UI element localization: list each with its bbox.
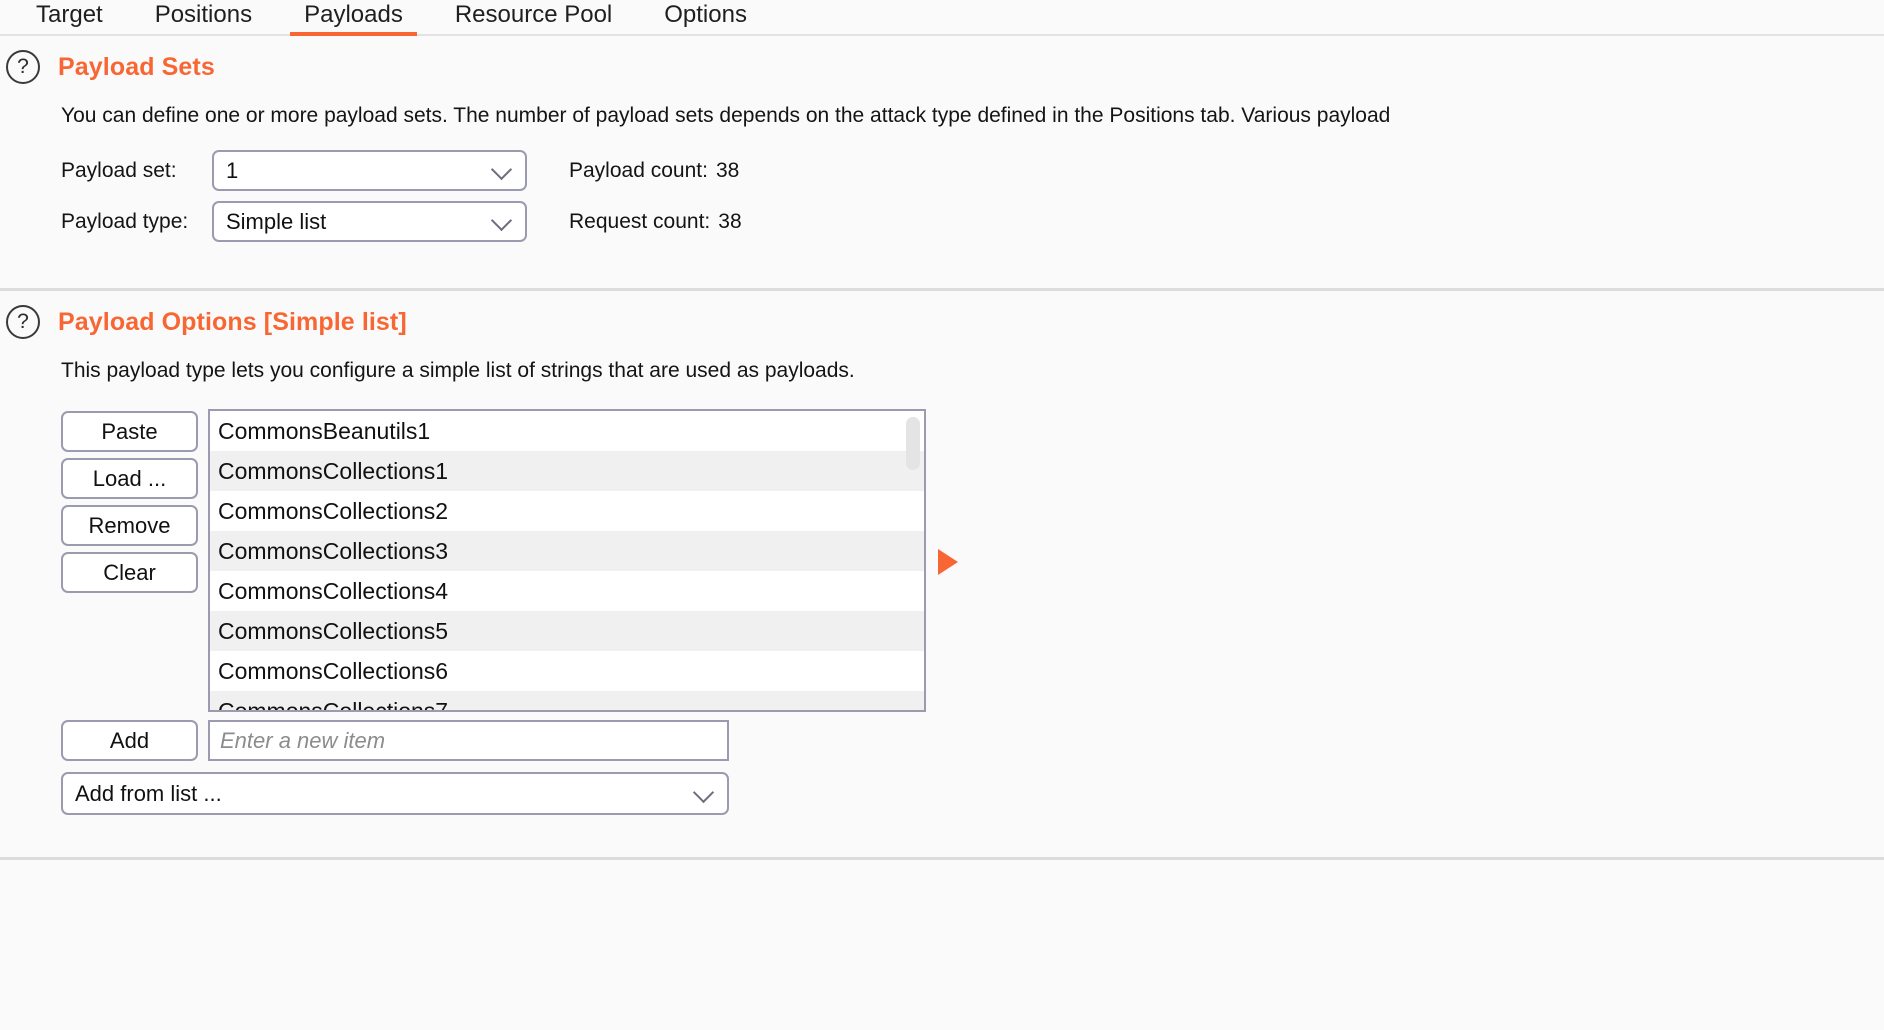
list-item[interactable]: CommonsCollections3 xyxy=(210,531,924,571)
add-from-list-select[interactable]: Add from list ... xyxy=(61,772,729,815)
payload-set-label: Payload set: xyxy=(61,158,177,182)
list-item[interactable]: CommonsCollections6 xyxy=(210,651,924,691)
payload-list-items: CommonsBeanutils1 CommonsCollections1 Co… xyxy=(210,411,924,710)
payload-options-section: ? Payload Options [Simple list] This pay… xyxy=(0,291,1884,857)
list-item[interactable]: CommonsCollections1 xyxy=(210,451,924,491)
payload-count: Payload count: 38 xyxy=(569,159,739,183)
list-item[interactable]: CommonsCollections4 xyxy=(210,571,924,611)
add-from-list-label: Add from list ... xyxy=(75,780,222,806)
list-item[interactable]: CommonsCollections7 xyxy=(210,691,924,710)
payload-count-value: 38 xyxy=(715,158,740,182)
tab-target[interactable]: Target xyxy=(10,0,129,36)
payload-options-description: This payload type lets you configure a s… xyxy=(61,359,855,382)
help-icon[interactable]: ? xyxy=(6,50,40,84)
add-item-input[interactable] xyxy=(208,720,729,761)
chevron-down-icon xyxy=(692,781,715,803)
payload-set-row: Payload set: 1 Payload count: 38 xyxy=(61,150,1884,191)
tab-resource-pool[interactable]: Resource Pool xyxy=(429,0,638,36)
add-item-row: Add xyxy=(0,720,1884,761)
tab-positions[interactable]: Positions xyxy=(129,0,278,36)
payload-sets-section: ? Payload Sets You can define one or mor… xyxy=(0,36,1884,288)
list-item[interactable]: CommonsCollections5 xyxy=(210,611,924,651)
payload-sets-title: Payload Sets xyxy=(58,52,215,81)
clear-button[interactable]: Clear xyxy=(61,552,198,593)
payload-set-value: 1 xyxy=(226,157,239,183)
tab-bar: Target Positions Payloads Resource Pool … xyxy=(0,0,1884,36)
payload-list[interactable]: CommonsBeanutils1 CommonsCollections1 Co… xyxy=(208,409,926,712)
payload-type-row: Payload type: Simple list Request count:… xyxy=(61,201,1884,242)
payload-options-title: Payload Options [Simple list] xyxy=(58,307,407,336)
add-from-list-row: Add from list ... xyxy=(0,772,1884,857)
expand-arrow-icon[interactable] xyxy=(938,549,958,575)
list-item[interactable]: CommonsBeanutils1 xyxy=(210,411,924,451)
help-icon[interactable]: ? xyxy=(6,305,40,339)
payload-options-header: ? Payload Options [Simple list] xyxy=(0,291,1884,345)
list-action-buttons: Paste Load ... Remove Clear xyxy=(61,411,198,593)
payload-list-scrollbar[interactable] xyxy=(903,411,923,710)
payload-type-value: Simple list xyxy=(226,208,327,234)
chevron-down-icon xyxy=(490,209,513,231)
list-item[interactable]: CommonsCollections2 xyxy=(210,491,924,531)
payload-list-area: Paste Load ... Remove Clear CommonsBeanu… xyxy=(0,409,1884,712)
request-count-value: 38 xyxy=(718,209,742,233)
tab-options[interactable]: Options xyxy=(638,0,773,36)
load-button[interactable]: Load ... xyxy=(61,458,198,499)
payload-sets-form: Payload set: 1 Payload count: 38 Payload … xyxy=(0,150,1884,242)
request-count: Request count: 38 xyxy=(569,210,742,234)
tab-payloads[interactable]: Payloads xyxy=(278,0,429,36)
payload-type-select[interactable]: Simple list xyxy=(212,201,527,242)
payload-count-label: Payload count: xyxy=(569,158,708,182)
payload-type-label: Payload type: xyxy=(61,209,189,233)
payload-set-select[interactable]: 1 xyxy=(212,150,527,191)
add-button[interactable]: Add xyxy=(61,720,198,761)
chevron-down-icon xyxy=(490,158,513,180)
request-count-label: Request count: xyxy=(569,209,711,233)
paste-button[interactable]: Paste xyxy=(61,411,198,452)
payload-sets-header: ? Payload Sets xyxy=(0,36,1884,90)
remove-button[interactable]: Remove xyxy=(61,505,198,546)
next-section-partial xyxy=(0,860,1884,902)
payload-sets-description: You can define one or more payload sets.… xyxy=(61,104,1391,127)
scrollbar-thumb[interactable] xyxy=(906,417,920,470)
